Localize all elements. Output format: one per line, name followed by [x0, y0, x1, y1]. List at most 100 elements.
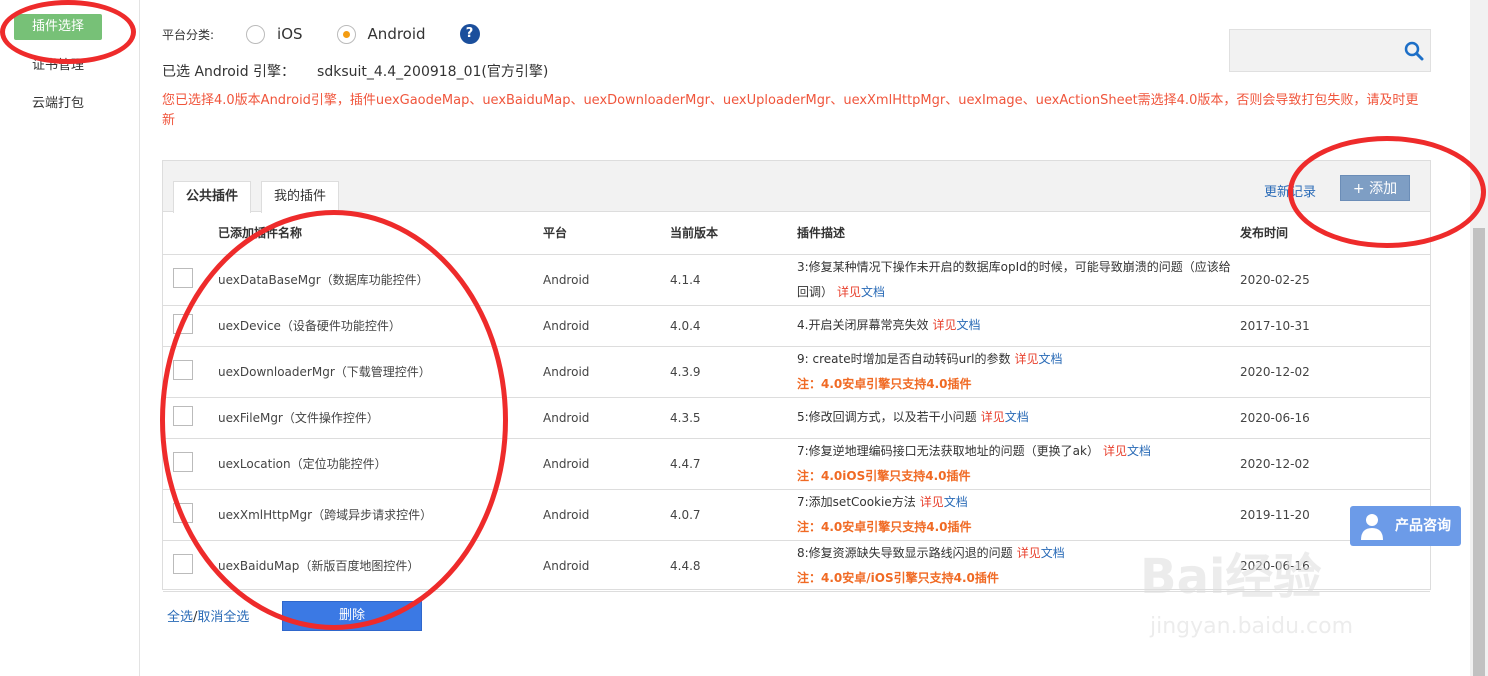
plugin-version: 4.4.8	[670, 540, 797, 592]
description-content: 5:修改回调方式，以及若干小问题	[797, 410, 977, 424]
table-row[interactable]: uexXmlHttpMgr（跨域异步请求控件） Android 4.0.7 7:添加s…	[163, 489, 1430, 541]
plugin-version: 4.3.5	[670, 397, 797, 439]
header-name: 已添加插件名称	[218, 212, 543, 255]
row-checkbox[interactable]	[173, 268, 193, 288]
plugin-description: 7:修复逆地理编码接口无法获取地址的问题（更换了ak） 详见文档注：4.0iOS引…	[797, 438, 1240, 490]
table-header-row: 已添加插件名称 平台 当前版本 插件描述 发布时间	[163, 212, 1430, 255]
doc-link[interactable]: 文档	[1127, 444, 1151, 458]
plugin-name: uexXmlHttpMgr（跨域异步请求控件）	[218, 489, 543, 541]
tab-public-plugins[interactable]: 公共插件	[173, 181, 251, 213]
platform-label: 平台分类:	[162, 27, 215, 42]
tab-my-plugins[interactable]: 我的插件	[261, 181, 339, 213]
radio-ios[interactable]	[246, 24, 266, 44]
plugin-name: uexLocation（定位功能控件）	[218, 438, 543, 490]
plugin-date: 2020-02-25	[1240, 254, 1430, 306]
doc-link[interactable]: 文档	[944, 495, 968, 509]
plugin-platform: Android	[543, 438, 670, 490]
sidebar: 插件选择 证书管理 云端打包	[0, 0, 140, 676]
sidebar-item-plugin-select[interactable]: 插件选择	[14, 14, 102, 40]
doc-link[interactable]: 文档	[956, 318, 980, 332]
plugin-date: 2017-10-31	[1240, 305, 1430, 347]
platform-selector: 平台分类: iOS Android ?	[162, 24, 480, 44]
doc-link[interactable]: 文档	[1038, 352, 1062, 366]
plugin-platform: Android	[543, 397, 670, 439]
plugin-description: 3:修复某种情况下操作未开启的数据库opId的时候，可能导致崩溃的问题（应该给回…	[797, 254, 1240, 306]
radio-android[interactable]	[336, 24, 356, 44]
scrollbar-thumb[interactable]	[1473, 228, 1485, 676]
watermark-brand: Bai经验	[1140, 549, 1321, 605]
scrollbar[interactable]	[1470, 0, 1488, 676]
baidu-jingyan-watermark: Bai经验 jingyan.baidu.com	[1140, 549, 1353, 639]
help-icon[interactable]: ?	[459, 24, 480, 44]
detail-link[interactable]: 详见	[837, 285, 861, 299]
radio-ios-label[interactable]: iOS	[277, 25, 303, 43]
plugin-panel: 公共插件 我的插件 更新记录 + 添加 已添加插件名称 平台 当前版本 插件描述…	[162, 160, 1431, 592]
row-checkbox[interactable]	[173, 503, 193, 523]
plugin-name: uexDevice（设备硬件功能控件）	[218, 305, 543, 347]
row-checkbox[interactable]	[173, 554, 193, 574]
row-checkbox-cell	[163, 254, 218, 306]
header-date: 发布时间	[1240, 212, 1430, 255]
product-consult-button[interactable]: 产品咨询	[1350, 506, 1461, 546]
consult-label: 产品咨询	[1395, 518, 1451, 534]
table-row[interactable]: uexLocation（定位功能控件） Android 4.4.7 7:修复逆地理编码…	[163, 438, 1430, 490]
row-checkbox[interactable]	[173, 406, 193, 426]
header-checkbox-col	[163, 212, 218, 255]
description-text: 9: create时增加是否自动转码url的参数 详见文档	[797, 347, 1232, 372]
plugin-name: uexDataBaseMgr（数据库功能控件）	[218, 254, 543, 306]
row-checkbox[interactable]	[173, 452, 193, 472]
table-row[interactable]: uexDataBaseMgr（数据库功能控件） Android 4.1.4 3:修复某…	[163, 254, 1430, 306]
detail-link[interactable]: 详见	[981, 410, 1005, 424]
description-content: 4.开启关闭屏幕常亮失效	[797, 318, 929, 332]
row-checkbox-cell	[163, 397, 218, 439]
plugin-version: 4.4.7	[670, 438, 797, 490]
description-text: 5:修改回调方式，以及若干小问题 详见文档	[797, 405, 1232, 430]
row-checkbox-cell	[163, 540, 218, 592]
row-checkbox[interactable]	[173, 314, 193, 334]
search-input[interactable]	[1230, 30, 1390, 71]
add-button[interactable]: + 添加	[1340, 175, 1410, 201]
plugin-name: uexBaiduMap（新版百度地图控件）	[218, 540, 543, 592]
panel-header: 公共插件 我的插件 更新记录 + 添加	[163, 161, 1430, 213]
detail-link[interactable]: 详见	[1103, 444, 1127, 458]
watermark-url: jingyan.baidu.com	[1149, 614, 1353, 639]
detail-link[interactable]: 详见	[1014, 352, 1038, 366]
update-record-link[interactable]: 更新记录	[1264, 181, 1316, 200]
row-checkbox[interactable]	[173, 360, 193, 380]
row-checkbox-cell	[163, 438, 218, 490]
table-row[interactable]: uexFileMgr（文件操作控件） Android 4.3.5 5:修改回调方式，以…	[163, 397, 1430, 439]
description-content: 7:添加setCookie方法	[797, 494, 916, 509]
person-icon	[1361, 514, 1383, 540]
search-icon[interactable]	[1404, 41, 1424, 61]
compatibility-note: 注：4.0安卓引擎只支持4.0插件	[797, 519, 972, 534]
row-checkbox-cell	[163, 305, 218, 347]
compatibility-note: 注：4.0iOS引擎只支持4.0插件	[797, 468, 971, 483]
description-content: 8:修复资源缺失导致显示路线闪退的问题	[797, 545, 1013, 560]
table-row[interactable]: uexDevice（设备硬件功能控件） Android 4.0.4 4.开启关闭屏幕常…	[163, 305, 1430, 347]
deselect-all-link[interactable]: 取消全选	[197, 610, 249, 625]
plugin-description: 5:修改回调方式，以及若干小问题 详见文档	[797, 397, 1240, 439]
engine-info: 已选 Android 引擎： sdksuit_4.4_200918_01(官方引擎…	[162, 61, 548, 81]
description-text: 4.开启关闭屏幕常亮失效 详见文档	[797, 313, 1232, 338]
detail-link[interactable]: 详见	[920, 495, 944, 509]
detail-link[interactable]: 详见	[932, 318, 956, 332]
row-checkbox-cell	[163, 346, 218, 398]
doc-link[interactable]: 文档	[861, 285, 885, 299]
doc-link[interactable]: 文档	[1005, 410, 1029, 424]
search-box	[1229, 29, 1431, 72]
plugin-platform: Android	[543, 540, 670, 592]
doc-link[interactable]: 文档	[1041, 546, 1065, 560]
description-text: 3:修复某种情况下操作未开启的数据库opId的时候，可能导致崩溃的问题（应该给回…	[797, 255, 1232, 305]
detail-link[interactable]: 详见	[1017, 546, 1041, 560]
description-text: 7:修复逆地理编码接口无法获取地址的问题（更换了ak） 详见文档	[797, 439, 1232, 464]
table-row[interactable]: uexDownloaderMgr（下载管理控件） Android 4.3.9 9: c…	[163, 346, 1430, 398]
delete-button[interactable]: 删除	[282, 601, 422, 631]
engine-label: 已选 Android 引擎：	[162, 64, 296, 80]
description-content: 9: create时增加是否自动转码url的参数	[797, 351, 1011, 366]
radio-android-label[interactable]: Android	[368, 25, 426, 43]
select-all-link[interactable]: 全选	[167, 610, 193, 625]
sidebar-item-cloud-build[interactable]: 云端打包	[14, 91, 102, 117]
description-text: 7:添加setCookie方法 详见文档	[797, 490, 1232, 515]
plugin-platform: Android	[543, 254, 670, 306]
sidebar-item-certificate[interactable]: 证书管理	[14, 53, 102, 79]
